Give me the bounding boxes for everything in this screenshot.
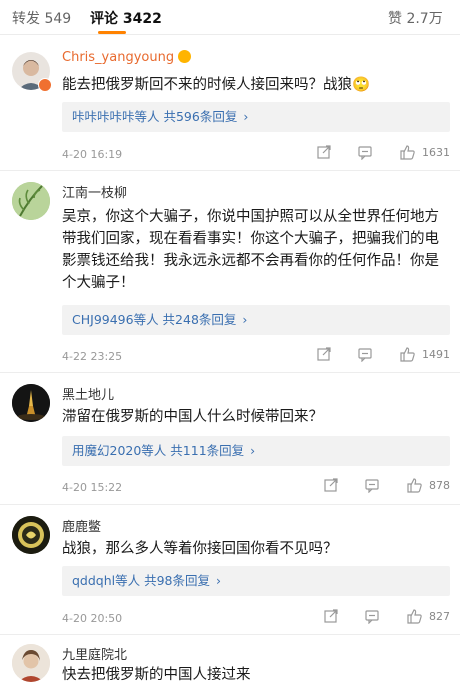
repost-icon[interactable] bbox=[316, 144, 332, 160]
comment-text: 快去把俄罗斯的中国人接过来 bbox=[62, 667, 251, 683]
comment-username[interactable]: 江南一枝柳 bbox=[62, 182, 127, 201]
comment-tabs: 转发 549 评论 3422 赞 2.7万 bbox=[0, 0, 460, 35]
comment-actions: 1491 bbox=[316, 346, 450, 362]
replies-summary-label: 咔咔咔咔咔等人 共596条回复 bbox=[72, 109, 238, 124]
comment-timestamp: 4-22 23:25 bbox=[62, 350, 123, 363]
like-count: 1631 bbox=[422, 145, 450, 159]
avatar[interactable] bbox=[12, 182, 50, 220]
like-count: 827 bbox=[429, 609, 450, 623]
comment-actions: 878 bbox=[323, 477, 450, 493]
active-tab-indicator bbox=[98, 31, 126, 34]
avatar[interactable] bbox=[12, 516, 50, 554]
verified-badge-icon bbox=[38, 78, 52, 92]
comment-username[interactable]: Chris_yangyoung bbox=[62, 50, 192, 65]
comment-icon[interactable] bbox=[357, 144, 373, 160]
tab-repost[interactable]: 转发 549 bbox=[12, 8, 71, 28]
repost-icon[interactable] bbox=[323, 477, 339, 493]
like-count: 1491 bbox=[422, 347, 450, 361]
like-thumb-icon[interactable] bbox=[399, 144, 416, 160]
like-count: 878 bbox=[429, 478, 450, 492]
replies-summary[interactable]: qddqhl等人 共98条回复 › bbox=[62, 566, 450, 596]
replies-summary-label: qddqhl等人 共98条回复 bbox=[72, 573, 211, 588]
comment-timestamp: 4-20 15:22 bbox=[62, 481, 123, 494]
tab-likes[interactable]: 赞 2.7万 bbox=[388, 8, 443, 28]
comment-username[interactable]: 九里庭院北 bbox=[62, 644, 127, 663]
comment-username[interactable]: 鹿鹿鳖 bbox=[62, 516, 101, 535]
comment-icon[interactable] bbox=[357, 346, 373, 362]
comment-text: 滞留在俄罗斯的中国人什么时候带回来？ bbox=[62, 409, 323, 425]
divider bbox=[0, 170, 460, 171]
comment-timestamp: 4-20 20:50 bbox=[62, 612, 123, 625]
comment-icon[interactable] bbox=[364, 477, 380, 493]
comment-actions: 1631 bbox=[316, 144, 450, 160]
like-thumb-icon[interactable] bbox=[406, 477, 423, 493]
repost-icon[interactable] bbox=[316, 346, 332, 362]
replies-summary-label: CHJ99496等人 共248条回复 bbox=[72, 312, 237, 327]
username-text: Chris_yangyoung bbox=[62, 50, 175, 65]
divider bbox=[0, 372, 460, 373]
comment-text: 能去把俄罗斯回不来的时候人接回来吗？战狼🙄 bbox=[62, 77, 371, 93]
divider bbox=[0, 634, 460, 635]
vip-crown-icon bbox=[178, 50, 192, 63]
chevron-right-icon: › bbox=[216, 573, 222, 588]
like-thumb-icon[interactable] bbox=[406, 608, 423, 624]
divider bbox=[0, 504, 460, 505]
comment-text: 吴京，你这个大骗子，你说中国护照可以从全世界任何地方带我们回家，现在看看事实！你… bbox=[62, 209, 439, 291]
comment-actions: 827 bbox=[323, 608, 450, 624]
avatar[interactable] bbox=[12, 644, 50, 682]
replies-summary[interactable]: CHJ99496等人 共248条回复 › bbox=[62, 305, 450, 335]
comment-icon[interactable] bbox=[364, 608, 380, 624]
like-thumb-icon[interactable] bbox=[399, 346, 416, 362]
chevron-right-icon: › bbox=[243, 109, 249, 124]
comment-timestamp: 4-20 16:19 bbox=[62, 148, 123, 161]
replies-summary[interactable]: 用魔幻2020等人 共111条回复 › bbox=[62, 436, 450, 466]
replies-summary-label: 用魔幻2020等人 共111条回复 bbox=[72, 443, 245, 458]
replies-summary[interactable]: 咔咔咔咔咔等人 共596条回复 › bbox=[62, 102, 450, 132]
chevron-right-icon: › bbox=[250, 443, 256, 458]
tab-comments[interactable]: 评论 3422 bbox=[90, 8, 162, 28]
chevron-right-icon: › bbox=[242, 312, 248, 327]
repost-icon[interactable] bbox=[323, 608, 339, 624]
comment-username[interactable]: 黑土地儿 bbox=[62, 384, 114, 403]
avatar[interactable] bbox=[12, 384, 50, 422]
comment-text: 战狼，那么多人等着你接回国你看不见吗？ bbox=[62, 541, 338, 557]
